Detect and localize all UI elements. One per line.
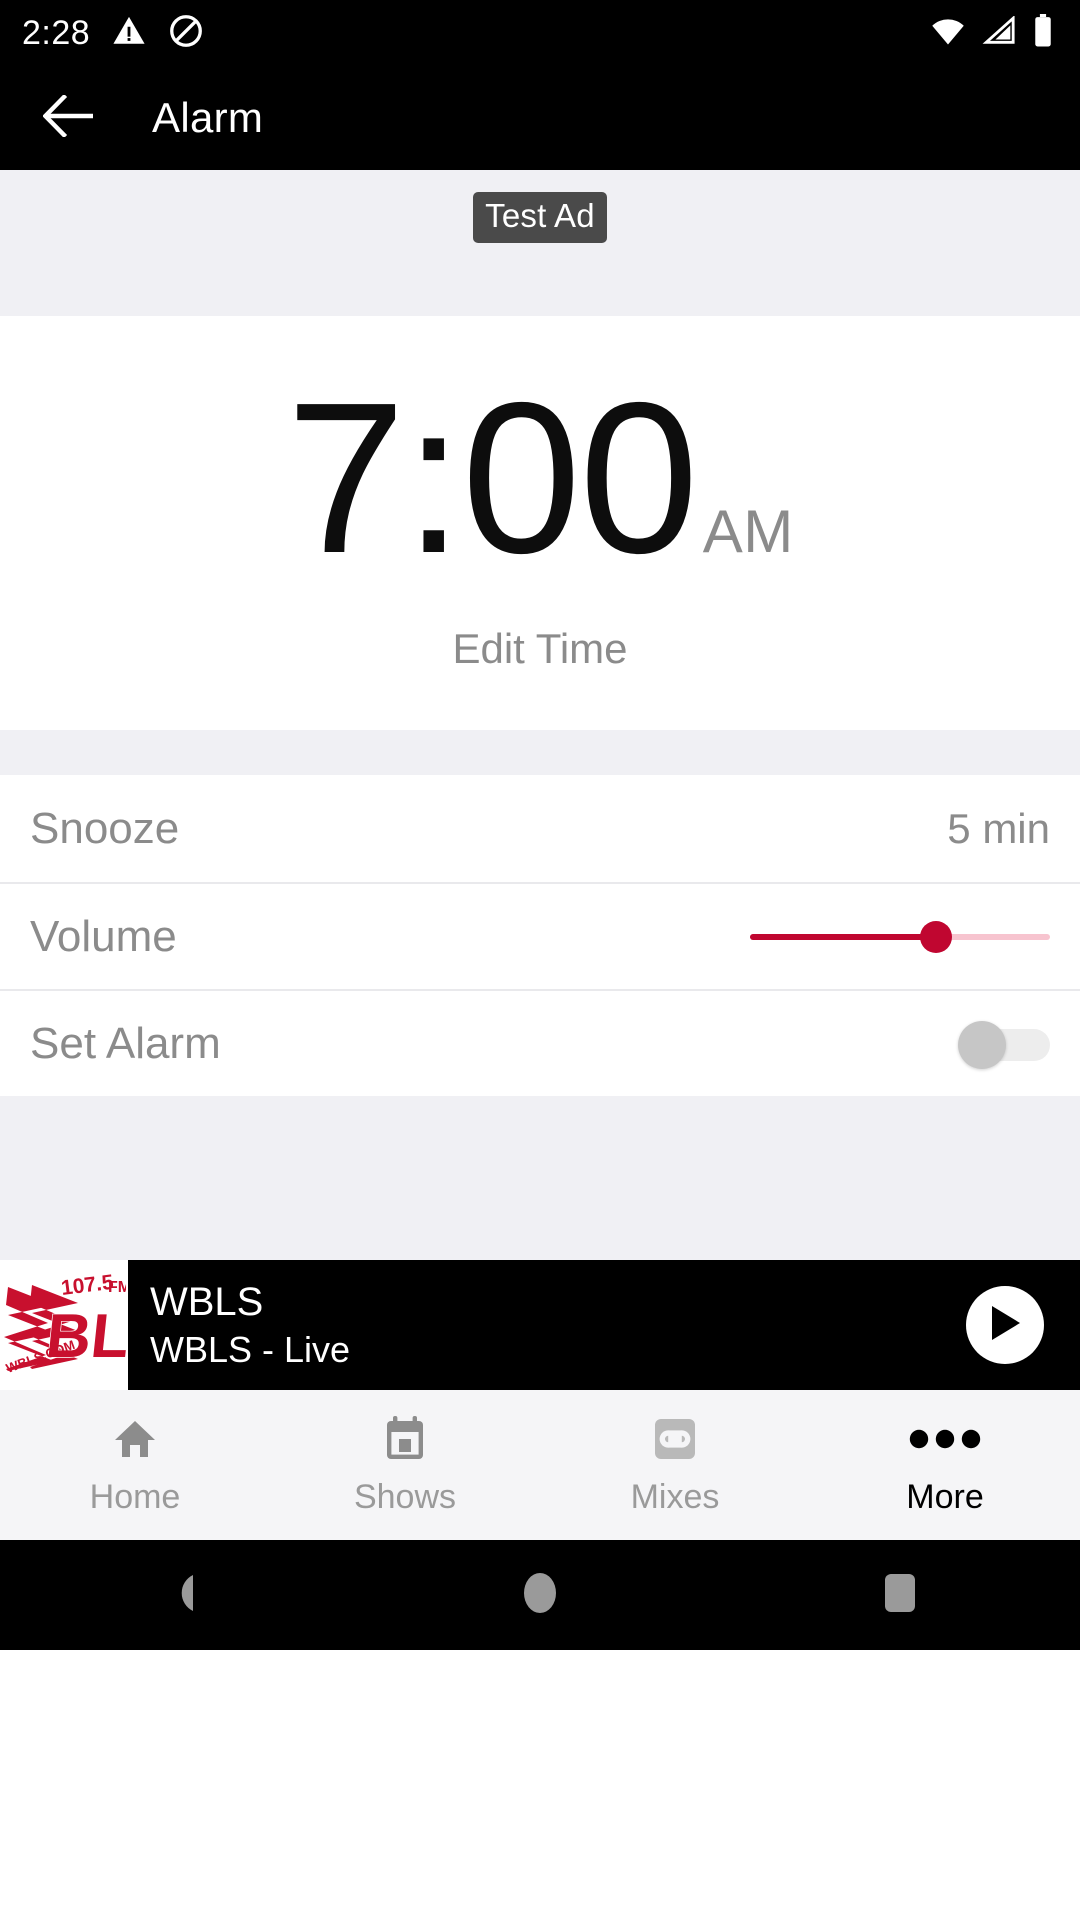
player-play-button[interactable] bbox=[930, 1260, 1080, 1390]
bottom-nav: Home Shows Mixes More bbox=[0, 1390, 1080, 1540]
play-icon bbox=[988, 1304, 1022, 1347]
home-icon bbox=[111, 1414, 159, 1464]
svg-text:BLS: BLS bbox=[43, 1302, 126, 1371]
do-not-disturb-icon bbox=[168, 13, 204, 54]
volume-slider[interactable] bbox=[750, 917, 1050, 957]
snooze-value: 5 min bbox=[947, 804, 1050, 852]
more-dots-icon bbox=[909, 1414, 981, 1464]
ad-banner[interactable]: Test Ad bbox=[0, 170, 1080, 316]
nav-label-shows: Shows bbox=[353, 1477, 457, 1516]
player-album-art[interactable]: 107.5 FM BLS WBLS.COM bbox=[0, 1260, 128, 1390]
warning-triangle-icon bbox=[112, 14, 146, 53]
calendar-icon bbox=[383, 1414, 427, 1464]
volume-row: Volume bbox=[0, 882, 1080, 989]
nav-item-mixes[interactable]: Mixes bbox=[540, 1390, 810, 1540]
ad-badge-label: Test Ad bbox=[473, 192, 607, 243]
list-top-spacer bbox=[0, 730, 1080, 775]
nav-label-more: More bbox=[906, 1477, 984, 1516]
square-recents-icon bbox=[883, 1572, 917, 1619]
set-alarm-toggle[interactable] bbox=[958, 1020, 1050, 1069]
triangle-back-icon bbox=[163, 1573, 197, 1618]
alarm-time-meridiem: AM bbox=[702, 497, 794, 565]
nav-item-shows[interactable]: Shows bbox=[270, 1390, 540, 1540]
alarm-time-value: 7:00 bbox=[286, 356, 698, 598]
nav-item-more[interactable]: More bbox=[810, 1390, 1080, 1540]
cellular-signal-icon bbox=[982, 14, 1016, 51]
alarm-time-section: 7:00 AM Edit Time bbox=[0, 316, 1080, 730]
nav-label-mixes: Mixes bbox=[630, 1477, 720, 1516]
player-subtitle: WBLS - Live bbox=[150, 1328, 351, 1370]
system-back-button[interactable] bbox=[120, 1573, 240, 1618]
status-bar-right bbox=[930, 13, 1054, 53]
circle-home-icon bbox=[522, 1571, 558, 1620]
edit-time-button[interactable]: Edit Time bbox=[452, 625, 627, 673]
play-button-circle bbox=[966, 1286, 1044, 1364]
battery-icon bbox=[1032, 13, 1054, 53]
player-metadata[interactable]: WBLS WBLS - Live bbox=[128, 1260, 930, 1390]
system-recents-button[interactable] bbox=[840, 1572, 960, 1619]
system-nav-bar bbox=[0, 1540, 1080, 1650]
toggle-thumb bbox=[958, 1020, 1006, 1069]
wbls-logo: 107.5 FM BLS WBLS.COM bbox=[4, 1271, 126, 1376]
nav-item-home[interactable]: Home bbox=[0, 1390, 270, 1540]
status-bar: 2:28 bbox=[0, 0, 1080, 66]
svg-text:107.5: 107.5 bbox=[60, 1271, 115, 1300]
list-bottom-spacer bbox=[0, 1096, 1080, 1260]
player-bar: 107.5 FM BLS WBLS.COM WBLS WBLS - Live bbox=[0, 1260, 1080, 1390]
status-bar-clock: 2:28 bbox=[22, 14, 91, 52]
set-alarm-row: Set Alarm bbox=[0, 989, 1080, 1096]
app-bar: Alarm bbox=[0, 66, 1080, 170]
arrow-left-icon bbox=[42, 93, 95, 142]
volume-label: Volume bbox=[30, 911, 177, 961]
status-bar-left: 2:28 bbox=[22, 13, 204, 54]
back-button[interactable] bbox=[38, 87, 100, 149]
alarm-time-row[interactable]: 7:00 AM bbox=[286, 356, 794, 598]
volume-slider-fill bbox=[750, 933, 936, 940]
player-station-name: WBLS bbox=[150, 1279, 264, 1324]
svg-text:FM: FM bbox=[108, 1279, 126, 1296]
snooze-label: Snooze bbox=[30, 803, 180, 853]
nav-label-home: Home bbox=[89, 1477, 181, 1516]
volume-slider-thumb[interactable] bbox=[920, 920, 952, 953]
page-title: Alarm bbox=[152, 94, 264, 141]
cassette-icon bbox=[651, 1414, 699, 1464]
system-home-button[interactable] bbox=[480, 1571, 600, 1620]
set-alarm-label: Set Alarm bbox=[30, 1018, 221, 1068]
snooze-row[interactable]: Snooze 5 min bbox=[0, 775, 1080, 882]
wifi-icon bbox=[930, 16, 966, 51]
